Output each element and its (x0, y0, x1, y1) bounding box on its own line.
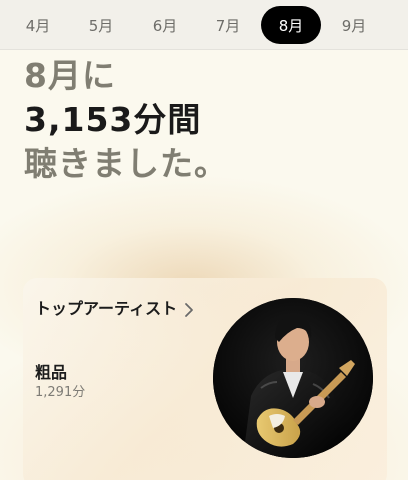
chevron-right-icon (185, 303, 193, 317)
headline-listened: 聴きました。 (24, 144, 228, 183)
top-artist-name: 粗品 (35, 363, 68, 382)
artist-photo-image (213, 298, 373, 458)
tab-september[interactable]: 9月 (324, 6, 384, 44)
month-tab-bar: 4月 5月 6月 7月 8月 9月 (0, 0, 408, 50)
listening-summary-headline: 8月に 3,153分間 聴きました。 (24, 54, 228, 186)
tab-july[interactable]: 7月 (198, 6, 258, 44)
headline-month: 8月に (24, 56, 116, 95)
tab-april[interactable]: 4月 (8, 6, 68, 44)
artist-photo (213, 298, 373, 458)
tab-august[interactable]: 8月 (261, 6, 321, 44)
top-artist-minutes: 1,291分 (35, 385, 86, 400)
tab-may[interactable]: 5月 (71, 6, 131, 44)
top-artist-card[interactable]: トップアーティスト 粗品 1,291分 (23, 278, 387, 480)
top-artist-card-title: トップアーティスト (35, 299, 178, 318)
headline-total-minutes: 3,153分間 (24, 100, 202, 139)
tab-june[interactable]: 6月 (135, 6, 195, 44)
